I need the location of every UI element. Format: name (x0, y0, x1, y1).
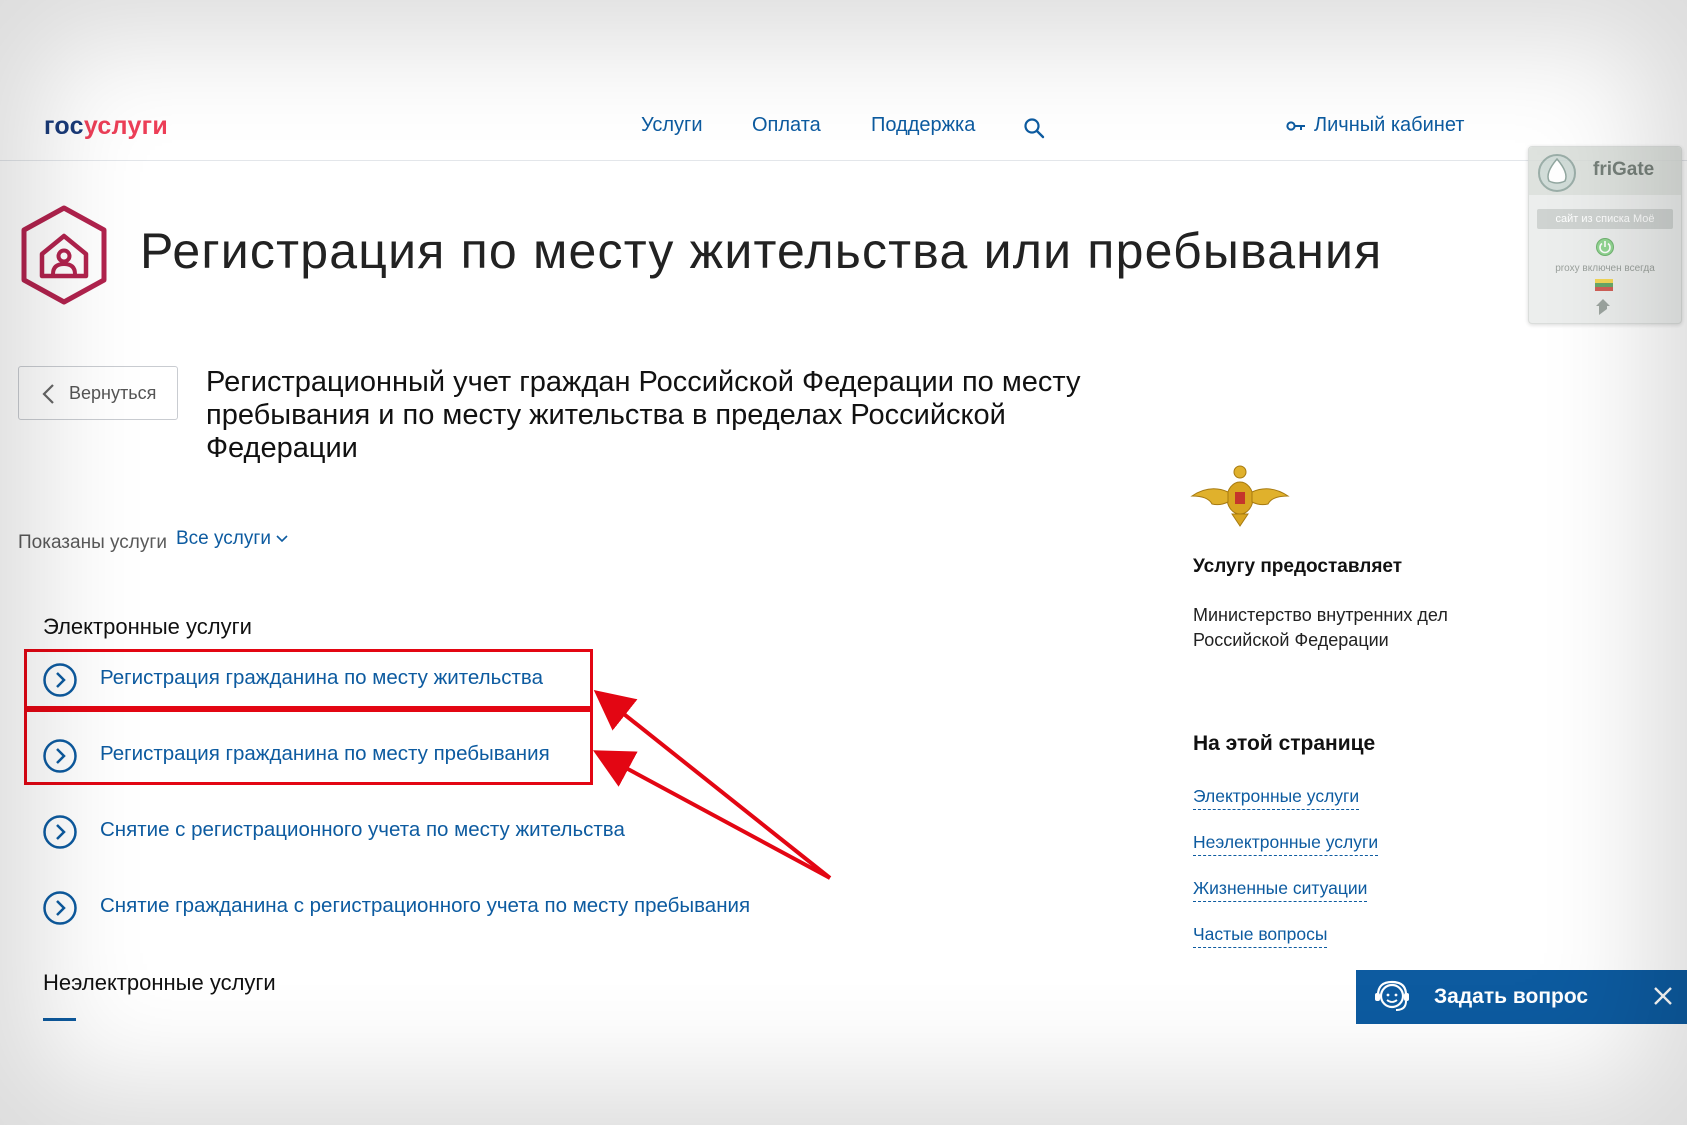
ask-question-widget[interactable]: Задать вопрос (1356, 970, 1687, 1024)
service-link-label: Снятие гражданина с регистрационного уче… (100, 894, 751, 917)
site-header: госуслуги Услуги Оплата Поддержка Личный… (0, 0, 1687, 161)
anchor-link-life-situations[interactable]: Жизненные ситуации (1193, 878, 1368, 902)
provider-heading: Услугу предоставляет (1193, 556, 1403, 577)
all-services-label: Все услуги (176, 528, 271, 549)
house-person-icon (21, 205, 107, 305)
chevron-down-icon (276, 535, 288, 543)
shown-services-label: Показаны услуги (18, 532, 167, 553)
nav-item-support[interactable]: Поддержка (871, 114, 975, 137)
logo-uslugi-text: услуги (83, 112, 169, 140)
arrow-up-right-icon[interactable] (1593, 297, 1613, 317)
ask-question-label: Задать вопрос (1434, 985, 1589, 1008)
section-title-non-electronic: Неэлектронные услуги (43, 970, 276, 995)
mvd-emblem-icon (1190, 465, 1290, 527)
page-title: Регистрация по месту жительства или преб… (140, 223, 1383, 279)
section-underline (43, 1018, 76, 1021)
anchor-link-faq[interactable]: Частые вопросы (1193, 924, 1328, 948)
gosuslugi-logo[interactable]: госуслуги (44, 112, 168, 141)
annotation-arrow (592, 750, 831, 880)
chevron-left-icon (42, 384, 54, 404)
annotation-arrow (593, 690, 832, 880)
frigate-name: friGate (1593, 159, 1655, 180)
search-icon[interactable] (1022, 116, 1046, 140)
frigate-logo-icon (1538, 154, 1576, 192)
screenshot-vignette (0, 0, 1687, 1125)
nav-item-services[interactable]: Услуги (641, 114, 703, 137)
flag-icon (1595, 279, 1613, 291)
on-page-heading: На этой странице (1193, 732, 1376, 755)
highlight-box (24, 649, 593, 709)
key-icon (1286, 121, 1305, 131)
anchor-link-non-electronic[interactable]: Неэлектронные услуги (1193, 832, 1379, 856)
back-button-label: Вернуться (69, 383, 157, 403)
highlight-box (24, 709, 593, 785)
frigate-proxy-status: proxy включен всегда (1555, 263, 1655, 274)
chevron-circle-right-icon (43, 815, 77, 849)
frigate-site-button[interactable]: сайт из списка Моё (1537, 209, 1673, 229)
provider-name: Министерство внутренних дел Российской Ф… (1193, 605, 1448, 650)
close-icon[interactable] (1652, 985, 1674, 1007)
chevron-circle-right-icon (43, 891, 77, 925)
personal-cabinet-link[interactable]: Личный кабинет (1286, 114, 1464, 137)
annotation-arrows (592, 690, 832, 880)
back-button[interactable]: Вернуться (18, 366, 178, 420)
service-heading: Регистрационный учет граждан Российской … (206, 366, 1081, 464)
frigate-widget: friGate сайт из списка Моё proxy включен… (1528, 146, 1682, 324)
personal-cabinet-label: Личный кабинет (1314, 114, 1465, 136)
operator-headset-icon (1375, 980, 1409, 1011)
nav-item-payment[interactable]: Оплата (752, 114, 821, 137)
all-services-dropdown[interactable]: Все услуги (176, 528, 289, 550)
section-title-electronic: Электронные услуги (43, 614, 252, 639)
logo-gos-text: гос (44, 112, 84, 140)
power-icon[interactable] (1595, 237, 1615, 257)
anchor-link-electronic[interactable]: Электронные услуги (1193, 786, 1360, 810)
service-link-label: Снятие с регистрационного учета по месту… (100, 818, 625, 841)
